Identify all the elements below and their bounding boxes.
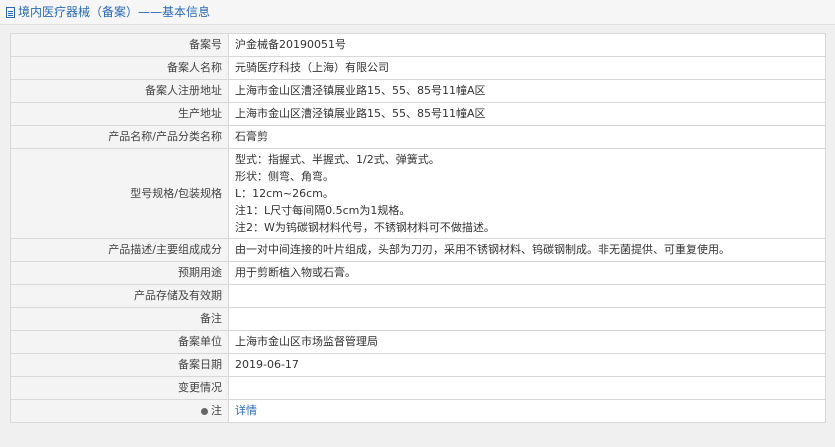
table-row: 产品名称/产品分类名称 石膏剪	[10, 125, 826, 149]
info-table: 备案号 沪金械备20190051号 备案人名称 元骑医疗科技（上海）有限公司 备…	[10, 33, 826, 423]
description-label: 产品描述/主要组成成分	[10, 238, 229, 262]
model-spec-line: L：12cm~26cm。	[235, 187, 334, 200]
table-row: 型号规格/包装规格 型式：指握式、半握式、1/2式、弹簧式。 形状：侧弯、角弯。…	[10, 148, 826, 239]
model-spec-line: 注2：W为钨碳钢材料代号，不锈钢材料可不做描述。	[235, 221, 495, 234]
filer-address-value: 上海市金山区漕泾镇展业路15、55、85号11幢A区	[228, 79, 826, 103]
info-panel: 备案号 沪金械备20190051号 备案人名称 元骑医疗科技（上海）有限公司 备…	[10, 33, 826, 423]
filer-name-label: 备案人名称	[10, 56, 229, 80]
filer-address-label: 备案人注册地址	[10, 79, 229, 103]
table-row: 备案号 沪金械备20190051号	[10, 33, 826, 57]
table-row: 备注	[10, 307, 826, 331]
table-row: 产品存储及有效期	[10, 284, 826, 308]
changes-label: 变更情况	[10, 376, 229, 400]
detail-link[interactable]: 详情	[235, 404, 257, 417]
model-spec-line: 注1：L尺寸每间隔0.5cm为1规格。	[235, 204, 411, 217]
remarks-label: 备注	[10, 307, 229, 331]
note-value: 详情	[228, 399, 826, 423]
production-address-label: 生产地址	[10, 102, 229, 126]
page-header: 境内医疗器械（备案）——基本信息	[0, 0, 835, 25]
note-label: 注	[211, 404, 222, 417]
filing-date-label: 备案日期	[10, 353, 229, 377]
table-row: 备案人注册地址 上海市金山区漕泾镇展业路15、55、85号11幢A区	[10, 79, 826, 103]
table-row: 备案日期 2019-06-17	[10, 353, 826, 377]
bulb-icon	[201, 407, 208, 415]
filer-name-value: 元骑医疗科技（上海）有限公司	[228, 56, 826, 80]
table-row: 生产地址 上海市金山区漕泾镇展业路15、55、85号11幢A区	[10, 102, 826, 126]
filing-no-value: 沪金械备20190051号	[228, 33, 826, 57]
table-row: 产品描述/主要组成成分 由一对中间连接的叶片组成，头部为刀刃，采用不锈钢材料、钨…	[10, 238, 826, 262]
storage-value	[228, 284, 826, 308]
intended-use-label: 预期用途	[10, 261, 229, 285]
document-icon	[6, 6, 15, 18]
intended-use-value: 用于剪断植入物或石膏。	[228, 261, 826, 285]
note-label-cell: 注	[10, 399, 229, 423]
model-spec-line: 形状：侧弯、角弯。	[235, 170, 334, 183]
storage-label: 产品存储及有效期	[10, 284, 229, 308]
model-spec-line: 型式：指握式、半握式、1/2式、弹簧式。	[235, 153, 440, 166]
remarks-value	[228, 307, 826, 331]
filing-no-label: 备案号	[10, 33, 229, 57]
table-row: 备案单位 上海市金山区市场监督管理局	[10, 330, 826, 354]
model-spec-label: 型号规格/包装规格	[10, 148, 229, 239]
filing-unit-label: 备案单位	[10, 330, 229, 354]
product-name-label: 产品名称/产品分类名称	[10, 125, 229, 149]
filing-unit-value: 上海市金山区市场监督管理局	[228, 330, 826, 354]
changes-value	[228, 376, 826, 400]
filing-date-value: 2019-06-17	[228, 353, 826, 377]
product-name-value: 石膏剪	[228, 125, 826, 149]
production-address-value: 上海市金山区漕泾镇展业路15、55、85号11幢A区	[228, 102, 826, 126]
table-row: 变更情况	[10, 376, 826, 400]
table-row: 备案人名称 元骑医疗科技（上海）有限公司	[10, 56, 826, 80]
description-value: 由一对中间连接的叶片组成，头部为刀刃，采用不锈钢材料、钨碳钢制成。非无菌提供、可…	[228, 238, 826, 262]
model-spec-value: 型式：指握式、半握式、1/2式、弹簧式。 形状：侧弯、角弯。 L：12cm~26…	[228, 148, 826, 239]
table-row: 预期用途 用于剪断植入物或石膏。	[10, 261, 826, 285]
table-row: 注 详情	[10, 399, 826, 423]
page-title: 境内医疗器械（备案）——基本信息	[18, 5, 211, 19]
